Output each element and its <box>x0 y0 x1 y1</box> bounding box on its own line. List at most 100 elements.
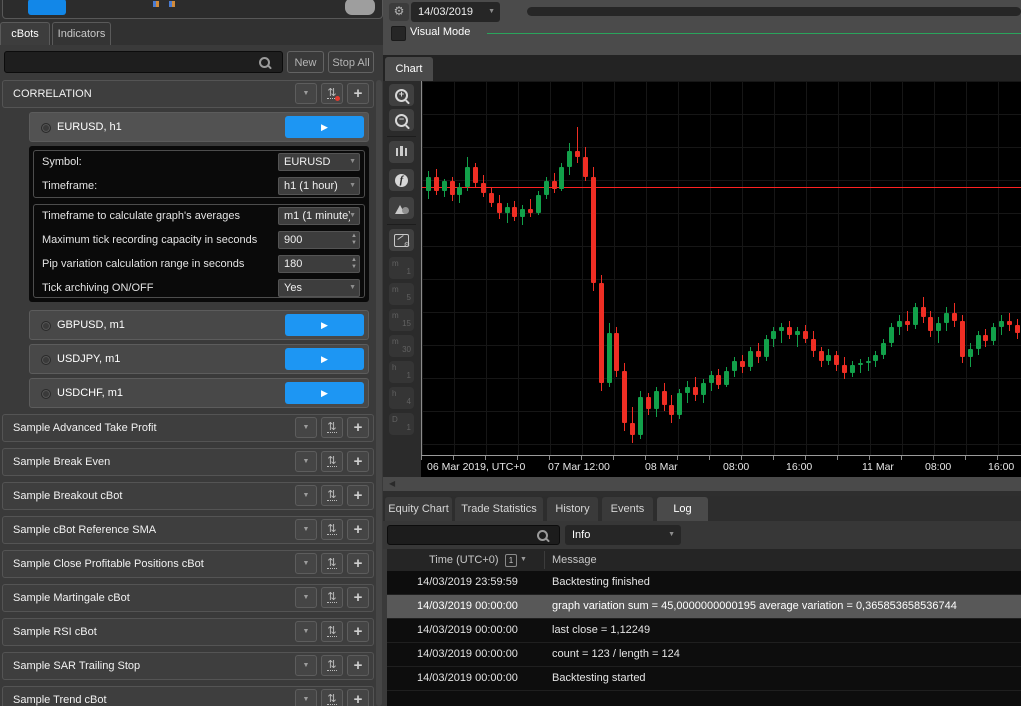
optimize-icon[interactable]: ⇅ <box>321 485 343 506</box>
param-control[interactable]: Yes ▼ ▲▼ <box>278 279 360 297</box>
new-button[interactable]: New <box>287 51 324 73</box>
chevron-down-icon[interactable]: ▼ <box>295 553 317 574</box>
optimize-icon[interactable]: ⇅ <box>321 587 343 608</box>
optimize-icon[interactable]: ⇅ <box>321 621 343 642</box>
log-row[interactable]: 14/03/2019 00:00:00 last close = 1,12249 <box>387 619 1021 643</box>
vertical-scrollbar[interactable] <box>376 80 382 706</box>
instance-row-gbpusd[interactable]: GBPUSD, m1 ▶ <box>29 310 369 340</box>
zoom-out-icon[interactable]: − <box>389 109 414 131</box>
instance-row-eurusd[interactable]: EURUSD, h1 ▶ <box>29 112 369 142</box>
cbot-row-sample[interactable]: Sample Break Even ▼ ⇅ + <box>2 448 374 476</box>
tab-chart[interactable]: Chart <box>385 57 433 81</box>
zoom-in-icon[interactable]: + <box>389 84 414 106</box>
chevron-down-icon[interactable]: ▼ <box>295 655 317 676</box>
add-instance-icon[interactable]: + <box>347 83 369 104</box>
optimize-icon[interactable]: ⇅ <box>321 655 343 676</box>
tab-equity-chart[interactable]: Equity Chart <box>385 497 452 521</box>
param-control[interactable]: EURUSD ▼ ▲▼ <box>278 153 360 171</box>
tab-history[interactable]: History <box>547 497 598 521</box>
timeframe-button[interactable]: m 5 <box>389 283 414 305</box>
optimize-icon[interactable]: ⇅ <box>321 83 343 104</box>
horizontal-scrollbar[interactable]: ◀ <box>383 477 1021 491</box>
timeframe-button[interactable]: m 1 <box>389 257 414 279</box>
chevron-down-icon[interactable]: ▼ <box>295 689 317 706</box>
add-instance-icon[interactable]: + <box>347 621 369 642</box>
partial-gray-button[interactable] <box>345 0 375 15</box>
partial-blue-button[interactable] <box>28 0 66 15</box>
log-row[interactable]: 14/03/2019 00:00:00 graph variation sum … <box>387 595 1021 619</box>
add-instance-icon[interactable]: + <box>347 553 369 574</box>
drawing-shapes-icon[interactable] <box>389 197 414 219</box>
tick-chart-icon[interactable] <box>389 141 414 163</box>
log-row[interactable]: 14/03/2019 00:00:00 Backtesting started <box>387 667 1021 691</box>
chevron-down-icon[interactable]: ▼ <box>295 485 317 506</box>
column-divider[interactable] <box>544 551 545 569</box>
add-instance-icon[interactable]: + <box>347 689 369 706</box>
cbot-row-sample[interactable]: Sample cBot Reference SMA ▼ ⇅ + <box>2 516 374 544</box>
optimize-icon[interactable]: ⇅ <box>321 553 343 574</box>
add-instance-icon[interactable]: + <box>347 417 369 438</box>
play-button[interactable]: ▶ <box>285 348 364 370</box>
cbot-search-input[interactable] <box>9 53 261 73</box>
log-row[interactable]: 14/03/2019 00:00:00 count = 123 / length… <box>387 643 1021 667</box>
date-picker[interactable]: 14/03/2019 ▼ <box>411 2 500 22</box>
column-time[interactable]: Time (UTC+0) <box>429 549 499 571</box>
chevron-down-icon[interactable]: ▼ <box>295 519 317 540</box>
backtest-progress-bar[interactable] <box>527 7 1021 16</box>
chart-settings-icon[interactable]: ⚙ <box>389 229 414 251</box>
cbot-row-sample[interactable]: Sample SAR Trailing Stop ▼ ⇅ + <box>2 652 374 680</box>
play-button[interactable]: ▶ <box>285 116 364 138</box>
tab-events[interactable]: Events <box>602 497 653 521</box>
cbot-row-sample[interactable]: Sample Breakout cBot ▼ ⇅ + <box>2 482 374 510</box>
tab-cbots[interactable]: cBots <box>0 22 50 45</box>
tab-log[interactable]: Log <box>657 497 708 521</box>
optimize-icon[interactable]: ⇅ <box>321 451 343 472</box>
add-instance-icon[interactable]: + <box>347 519 369 540</box>
timeframe-button[interactable]: m 15 <box>389 309 414 331</box>
gear-icon[interactable]: ⚙ <box>389 3 409 21</box>
log-row[interactable]: 14/03/2019 23:59:59 Backtesting finished <box>387 571 1021 595</box>
timeframe-button[interactable]: D 1 <box>389 413 414 435</box>
optimize-icon[interactable]: ⇅ <box>321 689 343 706</box>
cbot-row-sample[interactable]: Sample Advanced Take Profit ▼ ⇅ + <box>2 414 374 442</box>
chevron-down-icon[interactable]: ▼ <box>295 621 317 642</box>
visual-mode-checkbox[interactable] <box>391 26 406 41</box>
add-instance-icon[interactable]: + <box>347 451 369 472</box>
optimize-icon[interactable]: ⇅ <box>321 417 343 438</box>
log-search-input[interactable] <box>392 527 541 545</box>
stepper-arrows[interactable]: ▲▼ <box>351 233 357 247</box>
instance-row-usdchf[interactable]: USDCHF, m1 ▶ <box>29 378 369 408</box>
timeframe-button[interactable]: h 4 <box>389 387 414 409</box>
optimize-icon[interactable]: ⇅ <box>321 519 343 540</box>
chart-canvas[interactable] <box>421 81 1021 455</box>
scroll-left-icon[interactable]: ◀ <box>389 479 395 488</box>
tab-indicators[interactable]: Indicators <box>52 22 111 45</box>
add-instance-icon[interactable]: + <box>347 485 369 506</box>
param-control[interactable]: h1 (1 hour) ▼ ▲▼ <box>278 177 360 195</box>
cbot-row-correlation[interactable]: CORRELATION ▼ ⇅ + <box>2 80 374 108</box>
cbot-row-sample[interactable]: Sample Close Profitable Positions cBot ▼… <box>2 550 374 578</box>
chevron-down-icon[interactable]: ▼ <box>295 417 317 438</box>
indicators-f-icon[interactable]: f <box>389 169 414 191</box>
play-button[interactable]: ▶ <box>285 382 364 404</box>
play-button[interactable]: ▶ <box>285 314 364 336</box>
add-instance-icon[interactable]: + <box>347 587 369 608</box>
timeframe-button[interactable]: m 30 <box>389 335 414 357</box>
cbot-row-sample[interactable]: Sample RSI cBot ▼ ⇅ + <box>2 618 374 646</box>
log-level-filter[interactable]: Info ▼ <box>565 525 681 545</box>
sort-caret-icon[interactable]: ▼ <box>520 549 527 571</box>
param-control[interactable]: m1 (1 minute) ▼ ▲▼ <box>278 207 360 225</box>
chevron-down-icon[interactable]: ▼ <box>295 587 317 608</box>
timeframe-button[interactable]: h 1 <box>389 361 414 383</box>
cbot-row-sample[interactable]: Sample Martingale cBot ▼ ⇅ + <box>2 584 374 612</box>
cbot-row-sample[interactable]: Sample Trend cBot ▼ ⇅ + <box>2 686 374 706</box>
stop-all-button[interactable]: Stop All <box>328 51 374 73</box>
param-control[interactable]: 900 ▼ ▲▼ <box>278 231 360 249</box>
column-message[interactable]: Message <box>552 549 597 571</box>
param-control[interactable]: 180 ▼ ▲▼ <box>278 255 360 273</box>
instance-row-usdjpy[interactable]: USDJPY, m1 ▶ <box>29 344 369 374</box>
add-instance-icon[interactable]: + <box>347 655 369 676</box>
stepper-arrows[interactable]: ▲▼ <box>351 257 357 271</box>
chevron-down-icon[interactable]: ▼ <box>295 83 317 104</box>
chevron-down-icon[interactable]: ▼ <box>295 451 317 472</box>
